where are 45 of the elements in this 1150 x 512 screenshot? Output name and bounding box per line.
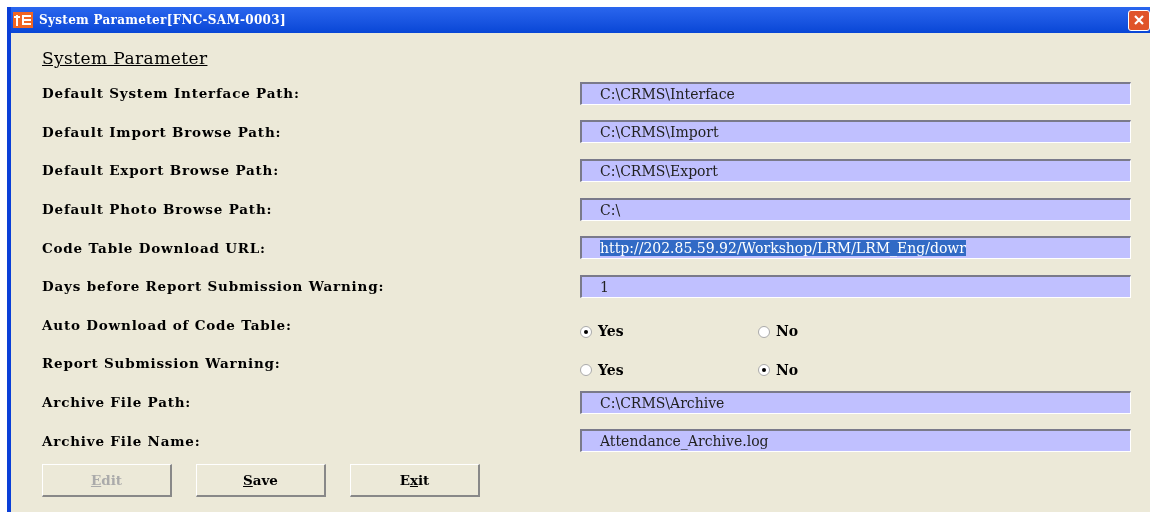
radio-option[interactable]: Yes (580, 359, 758, 381)
field-value: C:\CRMS\Interface (600, 85, 735, 102)
field-value: C:\ (600, 201, 621, 218)
window-title: System Parameter[FNC-SAM-0003] (39, 12, 287, 29)
radio-option[interactable]: No (758, 359, 936, 381)
radio-label: No (776, 360, 799, 380)
field-value: Attendance_Archive.log (600, 433, 769, 450)
close-icon (1133, 14, 1145, 26)
radio-label: No (776, 322, 799, 342)
text-field[interactable]: C:\CRMS\Interface (580, 81, 1131, 105)
radio-button[interactable] (580, 364, 592, 377)
radio-option[interactable]: Yes (580, 321, 758, 343)
text-field[interactable]: C:\CRMS\Export (580, 159, 1131, 182)
field-label: Archive File Name: (42, 431, 202, 451)
field-value: http://202.85.59.92/Workshop/LRM/LRM_Eng/dowr (600, 240, 966, 257)
close-button[interactable] (1128, 9, 1150, 31)
text-field[interactable]: 1 (580, 274, 1131, 298)
field-label: Default Photo Browse Path: (42, 199, 274, 219)
field-label: Default Import Browse Path: (42, 122, 283, 142)
field-label: Archive File Path: (42, 392, 193, 412)
field-value: C:\CRMS\Import (600, 124, 719, 141)
action-button[interactable]: Exit (350, 463, 480, 497)
field-label: Code Table Download URL: (42, 238, 267, 258)
field-label: Auto Download of Code Table: (42, 315, 293, 335)
text-field[interactable]: C:\ (580, 197, 1131, 221)
action-button[interactable]: Save (196, 463, 326, 497)
field-label: Report Submission Warning: (42, 354, 282, 374)
text-field[interactable]: http://202.85.59.92/Workshop/LRM/LRM_Eng/dowr (580, 236, 1131, 260)
text-field[interactable]: C:\CRMS\Import (580, 120, 1131, 144)
radio-button[interactable] (758, 364, 770, 377)
field-label: Days before Report Submission Warning: (42, 277, 386, 297)
radio-label: Yes (598, 322, 624, 342)
field-value: C:\CRMS\Archive (600, 394, 725, 411)
field-value: C:\CRMS\Export (600, 163, 718, 179)
field-label: Default System Interface Path: (42, 84, 301, 104)
radio-label: Yes (598, 360, 624, 380)
text-field[interactable]: Attendance_Archive.log (580, 429, 1131, 453)
field-label: Default Export Browse Path: (42, 161, 281, 181)
app-logo-icon (13, 12, 33, 28)
radio-option[interactable]: No (758, 321, 936, 343)
radio-button[interactable] (580, 325, 592, 338)
section-heading: System Parameter (42, 47, 208, 70)
text-field[interactable]: C:\CRMS\Archive (580, 390, 1131, 414)
field-value: 1 (600, 278, 609, 295)
radio-button[interactable] (758, 325, 770, 338)
